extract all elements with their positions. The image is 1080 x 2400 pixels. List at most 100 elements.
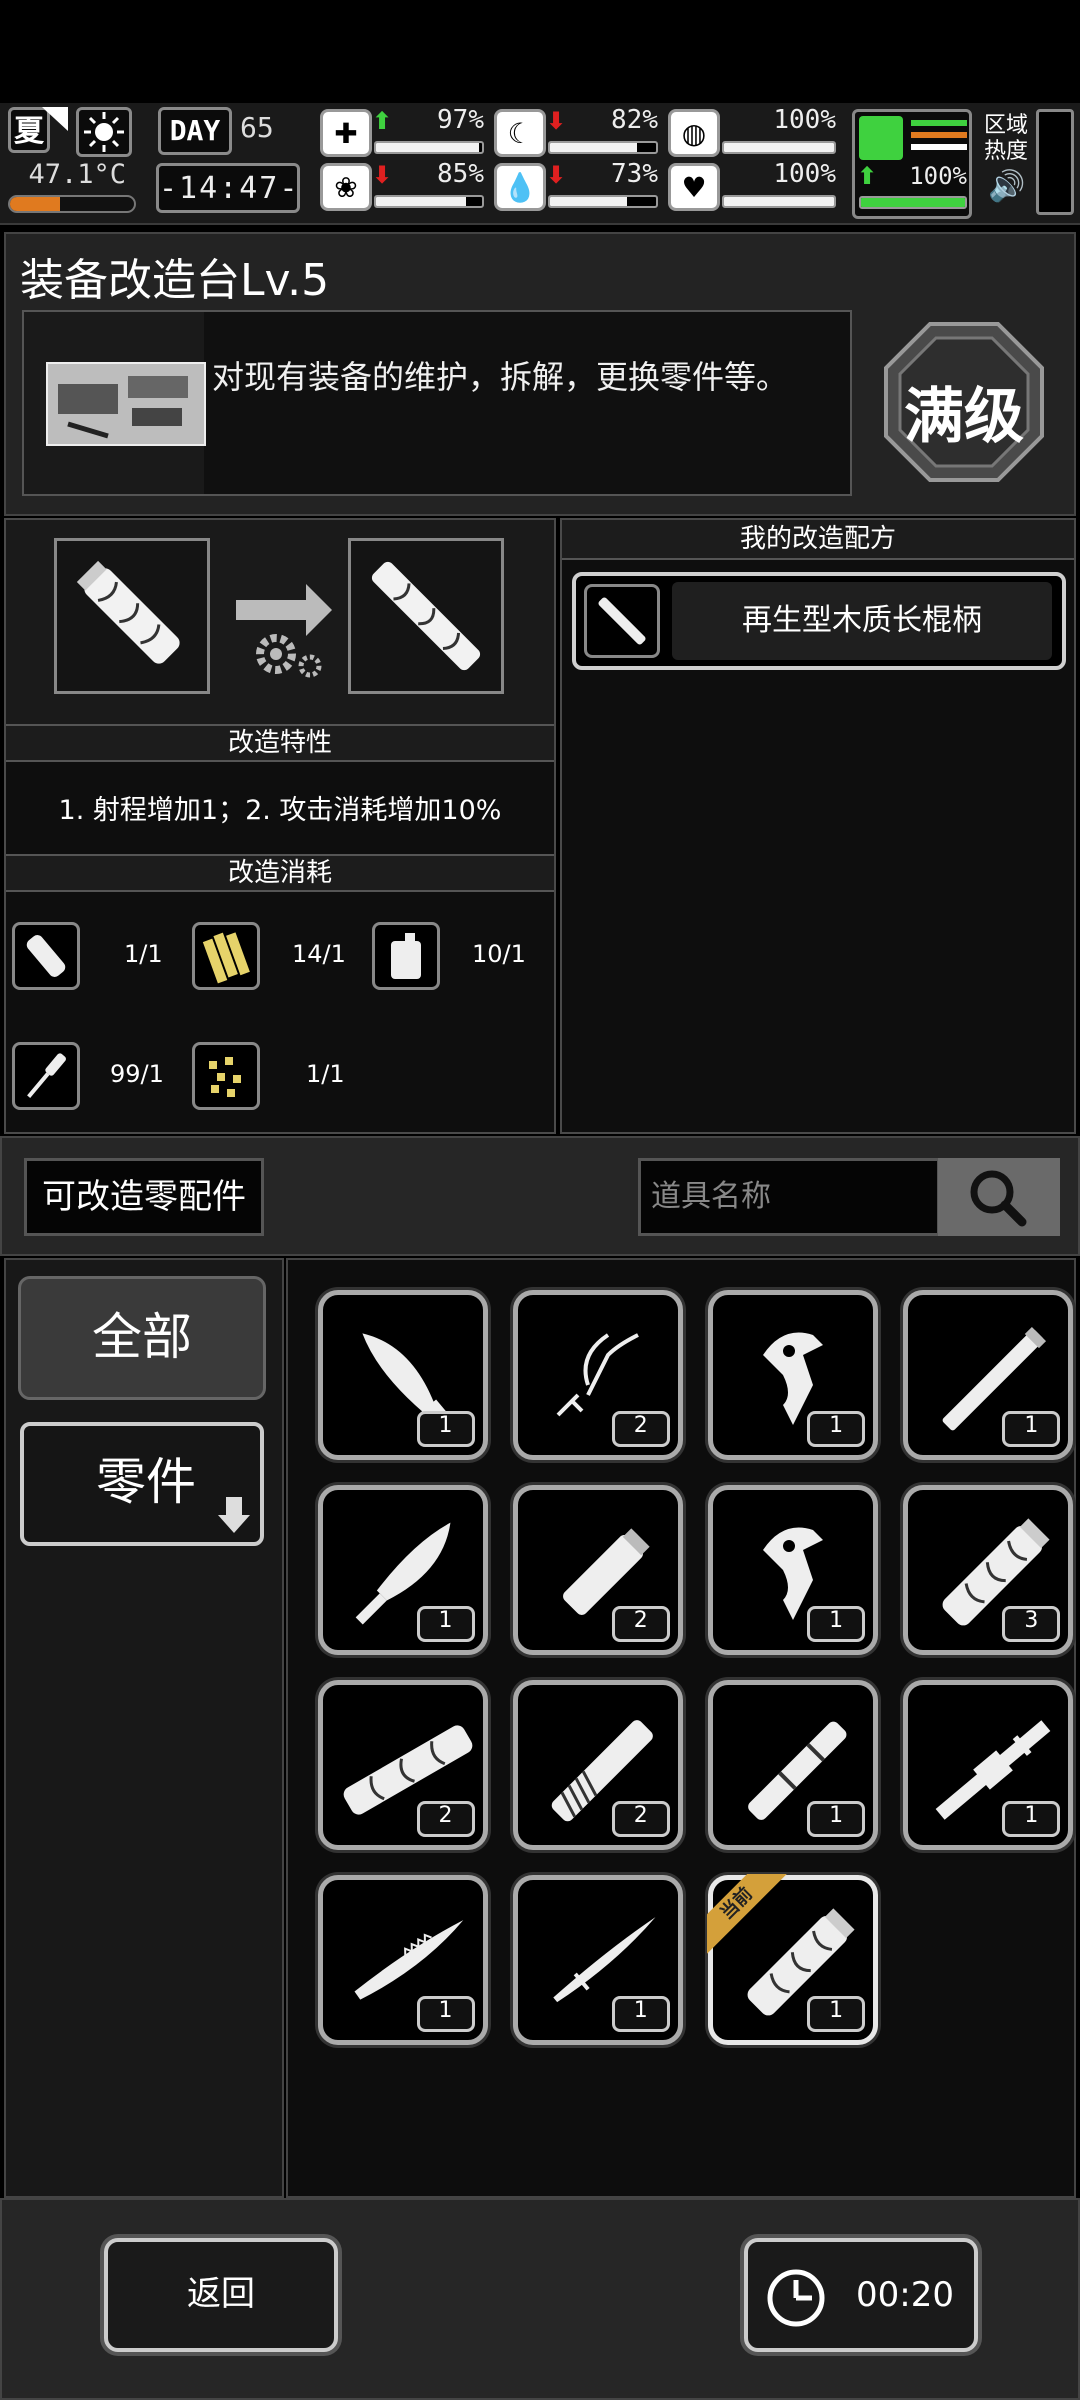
clock-icon (767, 2269, 825, 2327)
part-cell[interactable]: 2 (512, 1484, 683, 1655)
part-cell[interactable]: 2 (512, 1289, 683, 1460)
hunger-bar (548, 141, 658, 154)
tab-all[interactable]: 全部 (18, 1276, 266, 1400)
temperature-readout: 47.1°C (28, 159, 126, 190)
hunger-value: 82% (611, 105, 658, 135)
arrow-down-icon (216, 1462, 252, 1533)
material-count: 1/1 (306, 1060, 345, 1088)
footer-bar: 返回 00:20 (0, 2198, 1080, 2400)
armor-value: 100% (773, 105, 836, 135)
modification-preview (6, 520, 554, 726)
parts-grid: 1 2 1 1 1 2 1 3 2 2 1 1 1 1 1 当前 (286, 1258, 1076, 2198)
parts-toolbar: 可改造零配件 道具名称 (0, 1136, 1080, 1256)
category-sidebar: 全部 零件 (4, 1258, 284, 2198)
water-drop-icon: 💧 (494, 163, 546, 211)
tab-parts[interactable]: 零件 (20, 1422, 264, 1546)
material-count: 99/1 (110, 1060, 164, 1088)
sanity-bar (374, 195, 484, 208)
mood-value: 100% (773, 159, 836, 189)
part-cell[interactable]: 1 (708, 1289, 879, 1460)
stamina-panel: ⬆ 100% (852, 109, 972, 219)
material-count: 1/1 (124, 940, 163, 968)
wood-planks-icon[interactable] (192, 922, 260, 990)
health-bar (374, 141, 484, 154)
status-bar: 夏 47.1°C DAY 65 -14:47- ✚ ⬆ 97% ☾ ⬇ 82% … (0, 103, 1080, 225)
back-button[interactable]: 返回 (104, 2238, 338, 2352)
parts-label: 可改造零配件 (24, 1158, 264, 1236)
modify-arrow-gear-icon (232, 570, 338, 680)
boot-icon (859, 116, 903, 160)
thirst-value: 73% (611, 159, 658, 189)
part-count: 1 (1002, 1801, 1061, 1838)
traits-text: 1. 射程增加1；2. 攻击消耗增加10% (58, 795, 502, 826)
stomach-icon: ☾ (494, 109, 546, 157)
search-icon (970, 1170, 1027, 1227)
current-badge: 当前 (707, 1874, 788, 1955)
tab-parts-label: 零件 (96, 1453, 196, 1511)
part-cell[interactable]: 2 (317, 1680, 488, 1851)
mood-bar (722, 195, 836, 208)
shield-icon: ◍ (668, 109, 720, 157)
part-cell[interactable]: 1 (708, 1484, 879, 1655)
stamina-value: 100% (909, 162, 967, 190)
part-count: 2 (611, 1801, 670, 1838)
sanity-value: 85% (437, 159, 484, 189)
brain-icon: ❀ (320, 163, 372, 211)
max-level-badge: 满级 (880, 318, 1048, 486)
part-count: 1 (807, 1605, 866, 1642)
part-count: 1 (416, 1996, 475, 2033)
temperature-bar (8, 195, 136, 213)
part-cell[interactable]: 1 (512, 1875, 683, 2046)
day-number: 65 (240, 111, 274, 144)
heart-icon: ♥ (668, 163, 720, 211)
material-count: 14/1 (292, 940, 346, 968)
part-count: 1 (807, 1410, 866, 1447)
part-cell[interactable]: 1 当前 (707, 1874, 879, 2046)
clock-readout: -14:47- (156, 163, 300, 213)
search-button[interactable] (938, 1158, 1060, 1236)
search-input[interactable]: 道具名称 (638, 1158, 940, 1236)
bandage-icon[interactable] (12, 922, 80, 990)
part-count: 2 (611, 1410, 670, 1447)
recipe-item[interactable]: 再生型木质长棍柄 (572, 572, 1066, 670)
modification-panel: 改造特性 1. 射程增加1；2. 攻击消耗增加10% 改造消耗 1/1 14/1… (4, 518, 556, 1134)
part-count: 2 (611, 1605, 670, 1642)
wood-handle-icon (584, 584, 660, 658)
sun-icon (76, 107, 132, 157)
part-cell[interactable]: 1 (317, 1289, 488, 1460)
part-count: 1 (416, 1410, 475, 1447)
page-title: 装备改造台Lv.5 (20, 255, 330, 306)
source-item-slot[interactable] (54, 538, 210, 694)
description-text: 对现有装备的维护，拆解，更换零件等。 (212, 358, 789, 396)
part-count: 1 (807, 1996, 866, 2033)
part-cell[interactable]: 2 (512, 1680, 683, 1851)
part-cell[interactable]: 1 (903, 1289, 1074, 1460)
thirst-bar (548, 195, 658, 208)
part-cell[interactable]: 1 (708, 1680, 879, 1851)
screwdriver-icon[interactable] (12, 1042, 80, 1110)
screws-icon[interactable] (192, 1042, 260, 1110)
part-count: 2 (416, 1801, 475, 1838)
part-count: 1 (807, 1801, 866, 1838)
part-cell[interactable]: 3 (903, 1484, 1074, 1655)
speaker-icon[interactable]: 🔊 (988, 169, 1028, 209)
result-item-slot[interactable] (348, 538, 504, 694)
part-count: 3 (1002, 1605, 1061, 1642)
stamina-bar (859, 196, 967, 209)
season-badge: 夏 (8, 107, 50, 153)
traits-header: 改造特性 (6, 724, 554, 762)
part-count: 1 (416, 1605, 475, 1642)
part-cell[interactable]: 1 (317, 1484, 488, 1655)
cost-header: 改造消耗 (6, 854, 554, 892)
max-level-text: 满级 (904, 382, 1024, 452)
timer-button[interactable]: 00:20 (744, 2238, 978, 2352)
recipe-panel: 我的改造配方 再生型木质长棍柄 (560, 518, 1076, 1134)
part-cell[interactable]: 1 (317, 1875, 488, 2046)
description-box: 对现有装备的维护，拆解，更换零件等。 (22, 310, 852, 496)
armor-bar (722, 141, 836, 154)
fuel-can-icon[interactable] (372, 922, 440, 990)
medkit-icon: ✚ (320, 109, 372, 157)
timer-text: 00:20 (856, 2275, 954, 2315)
recipe-header: 我的改造配方 (562, 520, 1074, 560)
part-cell[interactable]: 1 (903, 1680, 1074, 1851)
